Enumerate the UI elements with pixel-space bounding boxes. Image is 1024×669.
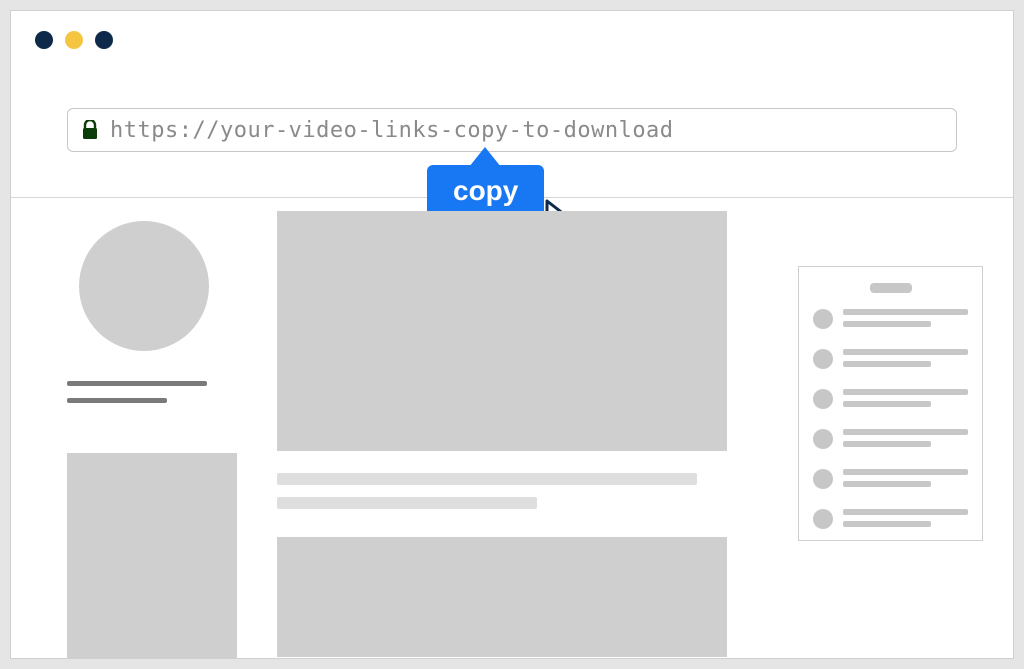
list-item — [813, 349, 968, 373]
bullet-icon — [813, 509, 833, 529]
video-placeholder — [277, 211, 727, 451]
recommendations-panel — [798, 266, 983, 541]
list-item — [813, 429, 968, 453]
window-controls — [35, 31, 113, 49]
skeleton-line — [277, 473, 697, 485]
bullet-icon — [813, 309, 833, 329]
window-control-dot[interactable] — [35, 31, 53, 49]
browser-window: https://your-video-links-copy-to-downloa… — [10, 10, 1014, 659]
panel-header-skeleton — [870, 283, 912, 293]
skeleton-line — [67, 398, 167, 403]
avatar-placeholder — [79, 221, 209, 351]
description-skeleton — [277, 473, 727, 509]
bullet-icon — [813, 429, 833, 449]
list-item — [813, 389, 968, 413]
list-item — [813, 309, 968, 333]
url-text[interactable]: https://your-video-links-copy-to-downloa… — [110, 118, 674, 143]
window-control-dot[interactable] — [65, 31, 83, 49]
lock-icon — [82, 120, 98, 140]
sidebar-column — [67, 211, 237, 658]
list-item — [813, 509, 968, 533]
skeleton-line — [67, 381, 207, 386]
bullet-icon — [813, 389, 833, 409]
list-item — [813, 469, 968, 493]
bullet-icon — [813, 469, 833, 489]
page-content — [67, 211, 983, 658]
thumbnail-placeholder — [67, 453, 237, 659]
bullet-icon — [813, 349, 833, 369]
copy-tooltip-label: copy — [453, 175, 518, 206]
video-placeholder — [277, 537, 727, 657]
window-control-dot[interactable] — [95, 31, 113, 49]
skeleton-line — [277, 497, 537, 509]
right-column — [767, 211, 983, 658]
address-bar-container: https://your-video-links-copy-to-downloa… — [67, 108, 957, 152]
main-column — [277, 211, 727, 658]
address-bar[interactable]: https://your-video-links-copy-to-downloa… — [67, 108, 957, 152]
